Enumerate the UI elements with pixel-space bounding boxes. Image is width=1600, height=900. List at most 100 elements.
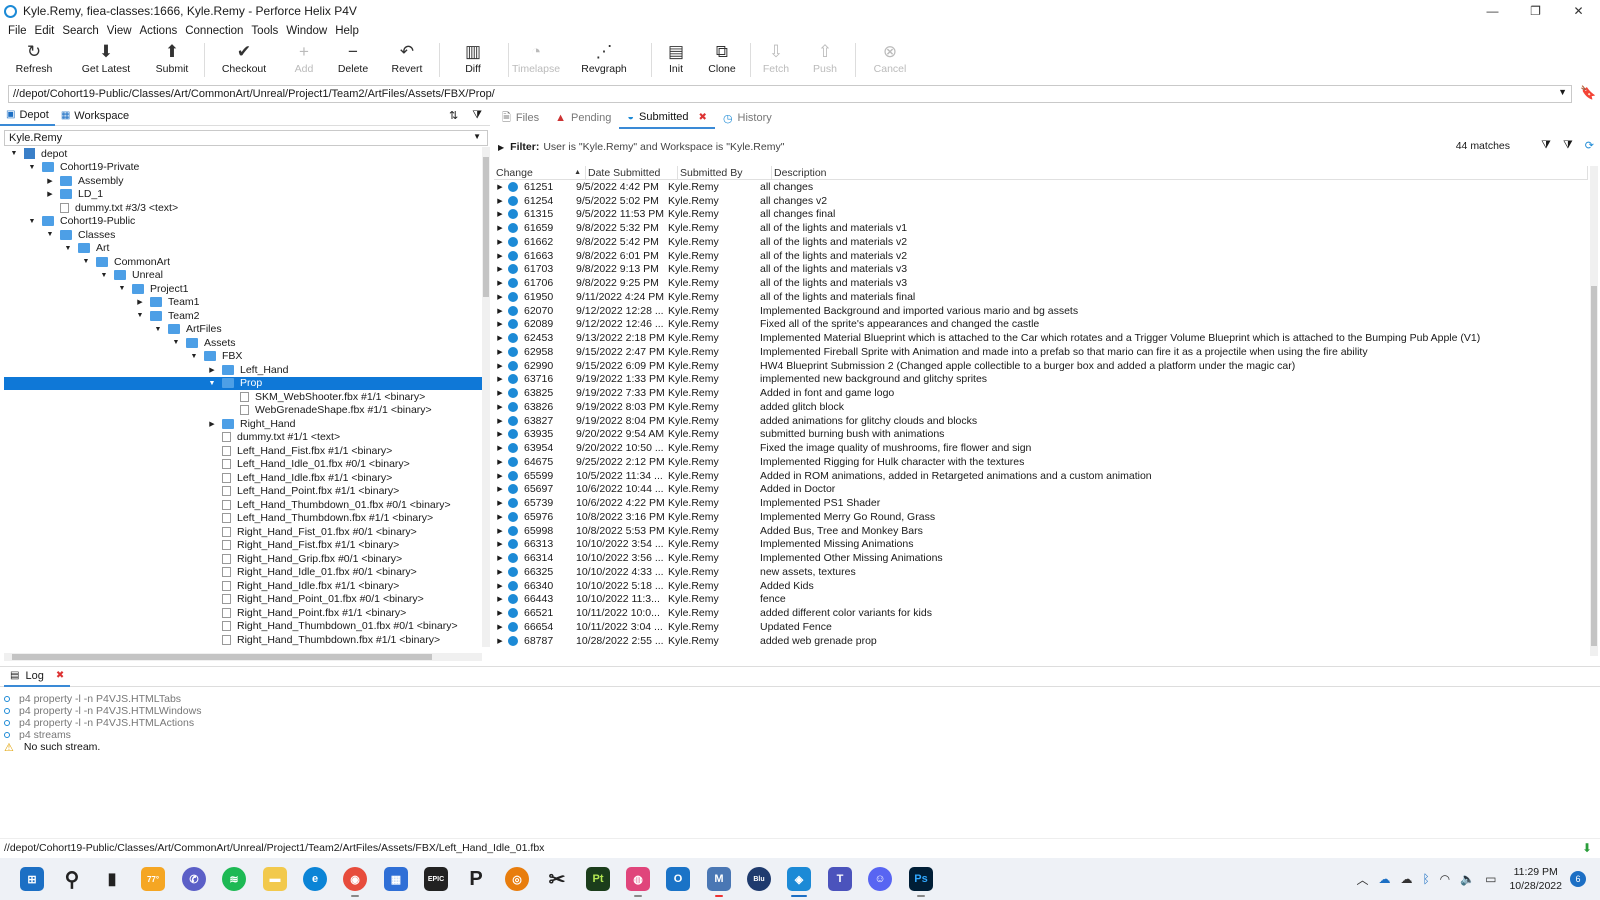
tree-item[interactable]: Right_Hand_Idle_01.fbx #0/1 <binary> [4,566,482,580]
expand-icon[interactable]: ▶ [494,554,506,562]
onedrive-icon[interactable]: ☁ [1378,872,1390,886]
expand-icon[interactable]: ▶ [494,210,506,218]
tree-item[interactable]: ▼ FBX [4,350,482,364]
volume-icon[interactable]: 🔈 [1460,872,1475,886]
expand-icon[interactable]: ▶ [134,298,146,306]
close-tab-icon[interactable]: ✖ [699,112,707,123]
file-explorer-icon[interactable]: ▬ [263,867,287,891]
expand-icon[interactable]: ▶ [494,595,506,603]
table-row[interactable]: ▶ 61659 9/8/2022 5:32 PM Kyle.Remy all of th… [494,221,1588,235]
column-description[interactable]: Description [772,166,1588,179]
expand-icon[interactable]: ▶ [494,417,506,425]
depot-path-field[interactable]: //depot/Cohort19-Public/Classes/Art/Comm… [8,85,1572,103]
expand-icon[interactable]: ▶ [494,279,506,287]
minimize-button[interactable]: — [1471,0,1514,22]
expand-icon[interactable]: ▶ [494,320,506,328]
table-row[interactable]: ▶ 66654 10/11/2022 3:04 ... Kyle.Remy Update… [494,620,1588,634]
menu-tools[interactable]: Tools [247,25,282,37]
sort-icon[interactable]: ⇅ [449,109,458,122]
tab-log[interactable]: ▤ Log ✖ [4,667,71,687]
bookmark-icon[interactable]: 🔖 [1580,85,1596,101]
store-icon[interactable]: ▦ [384,867,408,891]
submit-button[interactable]: ⬆ Submit [146,40,198,80]
tree-vertical-scrollbar[interactable] [482,147,490,647]
expand-icon[interactable]: ▶ [494,307,506,315]
close-tab-icon[interactable]: ✖ [56,670,64,681]
spotify-icon[interactable]: ≋ [222,867,246,891]
menu-actions[interactable]: Actions [136,25,182,37]
workspace-user-select[interactable]: Kyle.Remy ▼ [4,130,488,146]
expand-icon[interactable]: ▶ [494,513,506,521]
photoshop-icon[interactable]: Ps [909,867,933,897]
menu-edit[interactable]: Edit [31,25,59,37]
table-row[interactable]: ▶ 65697 10/6/2022 10:44 ... Kyle.Remy Added … [494,483,1588,497]
table-row[interactable]: ▶ 65976 10/8/2022 3:16 PM Kyle.Remy Implemen… [494,510,1588,524]
tree-item[interactable]: ▶ Left_Hand [4,363,482,377]
collapse-icon[interactable]: ▼ [170,339,182,346]
checkout-button[interactable]: ✔ Checkout [209,40,279,80]
table-row[interactable]: ▶ 66325 10/10/2022 4:33 ... Kyle.Remy new as… [494,565,1588,579]
tree-item[interactable]: ▼ Prop [4,376,482,391]
tree-item[interactable]: ▼ Unreal [4,269,482,283]
table-row[interactable]: ▶ 61703 9/8/2022 9:13 PM Kyle.Remy all of th… [494,263,1588,277]
tree-item[interactable]: Right_Hand_Grip.fbx #0/1 <binary> [4,552,482,566]
tree-item[interactable]: ▼ Project1 [4,282,482,296]
tree-item[interactable]: ▼ CommonArt [4,255,482,269]
expand-icon[interactable]: ▶ [494,540,506,548]
battery-icon[interactable]: ▭ [1485,872,1496,886]
expand-icon[interactable]: ▶ [494,403,506,411]
push-button[interactable]: ⇧ Push [801,40,849,80]
refresh-button[interactable]: ↻ Refresh [2,40,66,80]
table-row[interactable]: ▶ 63827 9/19/2022 8:04 PM Kyle.Remy added an… [494,414,1588,428]
tree-item[interactable]: Left_Hand_Point.fbx #1/1 <binary> [4,485,482,499]
collapse-icon[interactable]: ▼ [80,258,92,265]
expand-icon[interactable]: ▶ [494,430,506,438]
chat-icon[interactable]: ✆ [182,867,206,891]
tab-files[interactable]: 🗎 Files [494,107,547,129]
expand-icon[interactable]: ▶ [494,499,506,507]
menu-view[interactable]: View [103,25,136,37]
expand-icon[interactable]: ▶ [494,568,506,576]
table-row[interactable]: ▶ 63716 9/19/2022 1:33 PM Kyle.Remy implemen… [494,373,1588,387]
tab-submitted[interactable]: ◒ Submitted ✖ [619,107,715,129]
tree-item[interactable]: Left_Hand_Idle_01.fbx #0/1 <binary> [4,458,482,472]
expand-icon[interactable]: ▶ [494,637,506,645]
table-row[interactable]: ▶ 62990 9/15/2022 6:09 PM Kyle.Remy HW4 Blue… [494,359,1588,373]
teams-icon[interactable]: T [828,867,852,891]
collapse-icon[interactable]: ▼ [98,272,110,279]
expand-icon[interactable]: ▶ [206,420,218,428]
start-icon[interactable]: ⊞ [20,867,44,891]
table-row[interactable]: ▶ 66340 10/10/2022 5:18 ... Kyle.Remy Added … [494,579,1588,593]
table-row[interactable]: ▶ 65998 10/8/2022 5:53 PM Kyle.Remy Added Bu… [494,524,1588,538]
table-row[interactable]: ▶ 61662 9/8/2022 5:42 PM Kyle.Remy all of th… [494,235,1588,249]
expand-icon[interactable]: ▶ [494,375,506,383]
clock[interactable]: 11:29 PM 10/28/2022 [1509,865,1562,893]
tree-item[interactable]: ▼ Art [4,242,482,256]
notification-badge[interactable]: 6 [1570,871,1586,887]
expand-icon[interactable]: ▶ [494,224,506,232]
revert-button[interactable]: ↶ Revert [381,40,433,80]
expand-filter-icon[interactable]: ▶ [498,143,504,152]
expand-icon[interactable]: ▶ [494,444,506,452]
tree-item[interactable]: ▼ Assets [4,336,482,350]
menu-search[interactable]: Search [58,25,102,37]
scroll-thumb[interactable] [1591,286,1597,646]
expand-icon[interactable]: ▶ [494,472,506,480]
tree-item[interactable]: ▶ LD_1 [4,188,482,202]
fetch-button[interactable]: ⇩ Fetch [755,40,797,80]
cancel-button[interactable]: ⊗ Cancel [860,40,920,80]
tree-item[interactable]: ▼ Team2 [4,309,482,323]
table-row[interactable]: ▶ 61950 9/11/2022 4:24 PM Kyle.Remy all of t… [494,290,1588,304]
creative-cloud-icon[interactable]: ◍ [626,867,650,897]
expand-icon[interactable]: ▶ [494,485,506,493]
tab-history[interactable]: ◷ History [715,107,780,129]
bluetooth-icon[interactable]: ᛒ [1422,872,1429,886]
table-row[interactable]: ▶ 66443 10/10/2022 11:3... Kyle.Remy fence [494,593,1588,607]
menu-file[interactable]: File [4,25,31,37]
outlook-icon[interactable]: O [666,867,690,891]
collapse-icon[interactable]: ▼ [152,326,164,333]
table-row[interactable]: ▶ 61254 9/5/2022 5:02 PM Kyle.Remy all chang… [494,194,1588,208]
table-row[interactable]: ▶ 65599 10/5/2022 11:34 ... Kyle.Remy Added … [494,469,1588,483]
revgraph-button[interactable]: ⋰ Revgraph [563,40,645,80]
clone-button[interactable]: ⧉ Clone [700,40,744,80]
